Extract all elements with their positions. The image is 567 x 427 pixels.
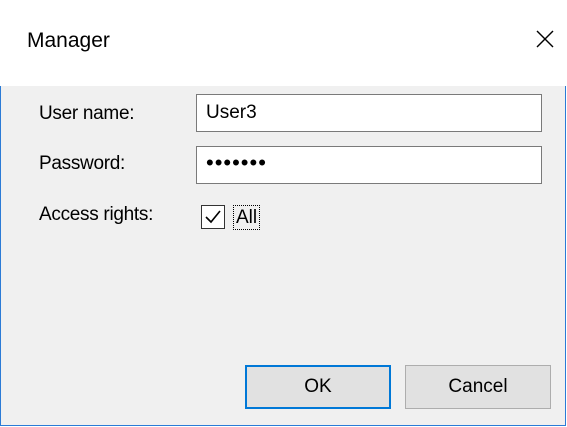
title-bar[interactable]: Manager [0, 0, 566, 86]
window-title: Manager [27, 29, 110, 52]
user-name-input[interactable]: User3 [196, 94, 542, 132]
close-icon [536, 30, 554, 48]
access-all-label[interactable]: All [233, 205, 261, 230]
ok-button[interactable]: OK [245, 365, 391, 409]
close-button[interactable] [522, 14, 566, 66]
password-label: Password: [39, 153, 126, 174]
cancel-button[interactable]: Cancel [405, 365, 551, 409]
checkmark-icon [205, 210, 221, 224]
dialog-window: Manager User name: User3 Password: •••••… [0, 0, 566, 426]
password-input[interactable]: ••••••• [196, 146, 542, 184]
access-all-checkbox[interactable] [201, 205, 225, 229]
user-name-label: User name: [39, 103, 135, 124]
access-rights-label: Access rights: [39, 204, 154, 225]
